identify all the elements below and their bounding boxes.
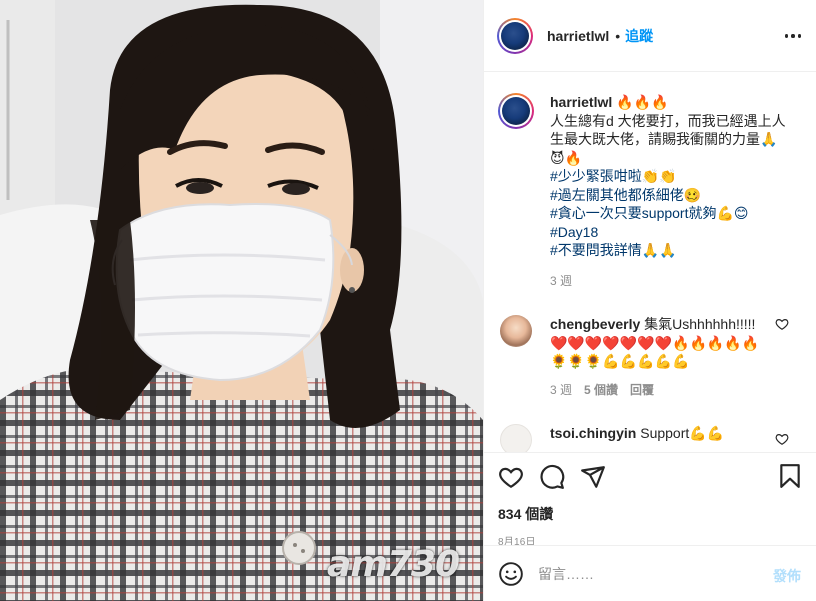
avatar[interactable] — [497, 17, 533, 54]
separator-dot: • — [615, 27, 621, 44]
selfie-image — [0, 0, 483, 601]
emoji-icon[interactable] — [498, 561, 524, 587]
avatar-image — [501, 21, 529, 50]
hashtag-link[interactable]: #不要問我詳情🙏🙏 — [550, 241, 790, 260]
post-side-panel: harrietlwl • 追蹤 harrietlwl 🔥🔥🔥 人生總有d 大佬要… — [483, 0, 816, 601]
like-count[interactable]: 834 個讚 — [498, 504, 803, 524]
comment-icon[interactable] — [539, 464, 565, 490]
caption-emoji: 😈🔥 — [550, 149, 583, 166]
comment-heart-icon[interactable] — [775, 317, 789, 331]
action-bar: 834 個讚 8月16日 — [484, 452, 816, 548]
comment-username[interactable]: chengbeverly — [550, 316, 640, 332]
hashtag-link[interactable]: #少少緊張咁啦👏👏 — [550, 167, 790, 186]
comment-body: chengbeverly 集氣Ushhhhhh!!!!! ❤️❤️❤️❤️❤️❤… — [550, 315, 772, 399]
comment-avatar[interactable] — [500, 315, 532, 347]
post-comment-button[interactable]: 發佈 — [773, 566, 801, 586]
comment-username[interactable]: tsoi.chingyin — [550, 425, 636, 441]
hashtag-link[interactable]: #過左關其他都係細佬🥴 — [550, 186, 790, 205]
share-icon[interactable] — [580, 464, 606, 490]
more-icon[interactable] — [785, 28, 801, 44]
follow-button[interactable]: 追蹤 — [625, 26, 653, 46]
post-header: harrietlwl • 追蹤 — [484, 0, 816, 72]
comment-item: tsoi.chingyin Support💪💪 — [498, 424, 803, 453]
caption-text: 人生總有d 大佬要打，而我已經遇上人生最大既大佬，請賜我衝關的力量🙏 — [550, 112, 786, 148]
comment-input[interactable] — [538, 565, 738, 582]
comment-avatar[interactable] — [500, 424, 532, 453]
caption-time[interactable]: 3 週 — [550, 272, 790, 291]
watermark-logo: am730 — [327, 544, 460, 585]
add-comment-bar: 發佈 — [484, 545, 816, 601]
username-link[interactable]: harrietlwl — [547, 28, 609, 44]
comment-emoji: ❤️❤️❤️❤️❤️❤️❤️🔥🔥🔥🔥🔥🌻🌻🌻💪💪💪💪💪 — [550, 334, 760, 370]
bookmark-icon[interactable] — [777, 463, 803, 489]
comments-list[interactable]: harrietlwl 🔥🔥🔥 人生總有d 大佬要打，而我已經遇上人生最大既大佬，… — [484, 73, 816, 453]
heart-icon[interactable] — [498, 464, 524, 490]
comment-heart-icon[interactable] — [775, 432, 789, 446]
comment-likes[interactable]: 5 個讚 — [584, 381, 618, 400]
caption-avatar[interactable] — [498, 93, 534, 129]
hashtag-link[interactable]: #貪心一次只要support就夠💪😊 — [550, 204, 790, 223]
caption-username-emoji: 🔥🔥🔥 — [616, 94, 669, 110]
comment-meta: 3 週 5 個讚 回覆 — [550, 381, 772, 400]
comment-time[interactable]: 3 週 — [550, 381, 572, 400]
comment-body: tsoi.chingyin Support💪💪 — [550, 424, 772, 453]
comment-text: 集氣Ushhhhhh!!!!! — [644, 316, 756, 332]
caption-body: harrietlwl 🔥🔥🔥 人生總有d 大佬要打，而我已經遇上人生最大既大佬，… — [550, 93, 790, 290]
post-photo[interactable]: am730 — [0, 0, 483, 601]
reply-button[interactable]: 回覆 — [630, 381, 654, 400]
comment-text: Support💪💪 — [640, 425, 725, 441]
comment-item: chengbeverly 集氣Ushhhhhh!!!!! ❤️❤️❤️❤️❤️❤… — [498, 315, 803, 399]
caption-username[interactable]: harrietlwl — [550, 94, 612, 110]
caption: harrietlwl 🔥🔥🔥 人生總有d 大佬要打，而我已經遇上人生最大既大佬，… — [498, 93, 803, 290]
hashtag-link[interactable]: #Day18 — [550, 223, 790, 242]
